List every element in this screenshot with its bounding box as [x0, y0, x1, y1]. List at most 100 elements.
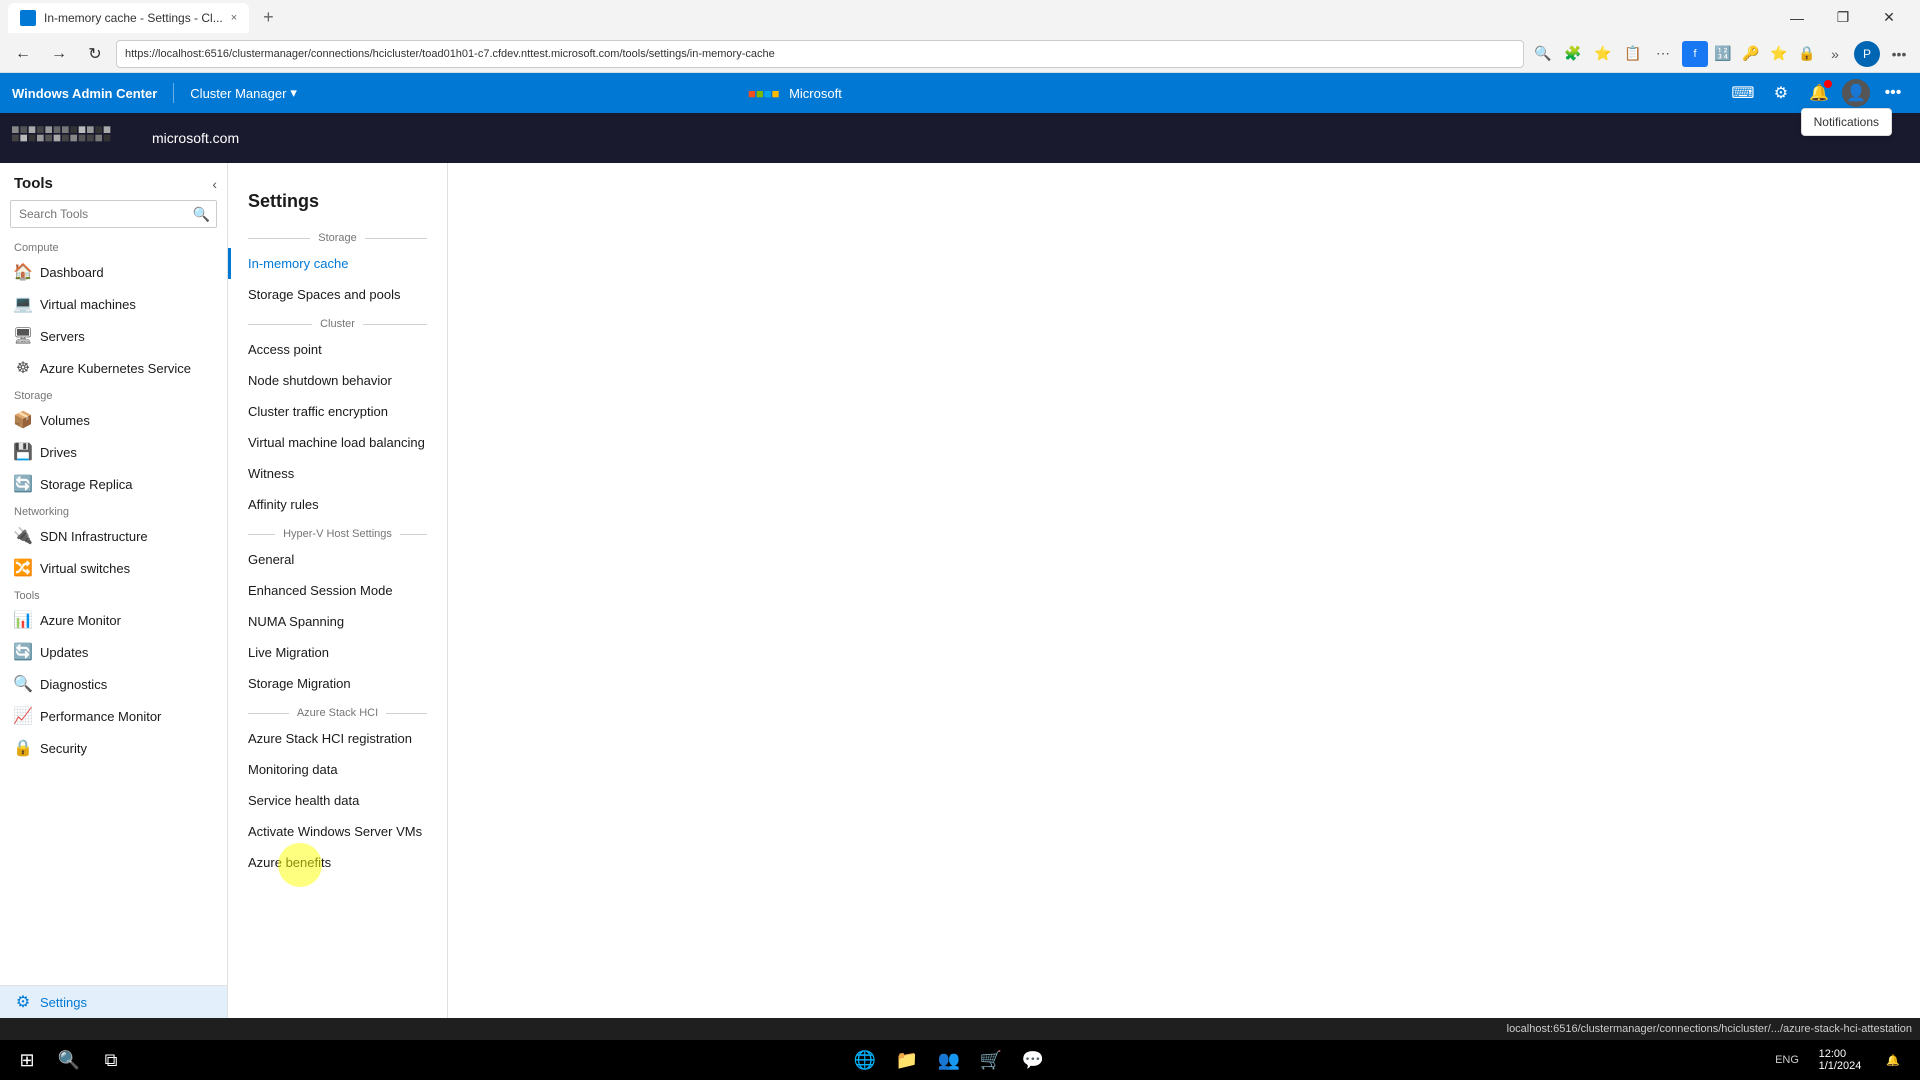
browser-tab[interactable]: In-memory cache - Settings - Cl... × [8, 3, 249, 33]
sidebar-item-azure-monitor[interactable]: 📊 Azure Monitor [0, 604, 227, 636]
notifications-popup: Notifications [1801, 108, 1892, 136]
taskbar-explorer-button[interactable]: 📁 [888, 1041, 926, 1079]
settings-nav-numa-spanning[interactable]: NUMA Spanning [228, 606, 447, 637]
servers-icon: 🖥 [14, 327, 32, 345]
sidebar-item-volumes[interactable]: 📦 Volumes [0, 404, 227, 436]
settings-nav-witness[interactable]: Witness [228, 458, 447, 489]
settings-sidebar-icon: ⚙ [14, 993, 32, 1011]
start-button[interactable]: ⊞ [8, 1041, 46, 1079]
sidebar-item-aks[interactable]: ☸ Azure Kubernetes Service [0, 352, 227, 384]
settings-nav-general[interactable]: General [228, 544, 447, 575]
address-url-text: https://localhost:6516/clustermanager/co… [125, 48, 775, 60]
extension-5-icon[interactable]: 🔒 [1794, 41, 1820, 67]
overflow-icon[interactable]: » [1822, 41, 1848, 67]
sidebar-item-virtual-machines[interactable]: 💻 Virtual machines [0, 288, 227, 320]
wac-cluster-name[interactable]: Cluster Manager ▾ [190, 85, 297, 101]
settings-nav-storage-migration[interactable]: Storage Migration [228, 668, 447, 699]
microsoft-logo: ■■■■ Microsoft [748, 86, 842, 101]
settings-nav-service-health[interactable]: Service health data [228, 785, 447, 816]
sidebar-item-updates[interactable]: 🔄 Updates [0, 636, 227, 668]
sidebar-collapse-button[interactable]: ‹ [212, 176, 217, 192]
settings-nav-vm-load-balancing[interactable]: Virtual machine load balancing [228, 427, 447, 458]
sidebar-item-security[interactable]: 🔒 Security [0, 732, 227, 764]
extensions-icon[interactable]: 🧩 [1560, 41, 1586, 67]
sidebar-item-settings[interactable]: ⚙ Settings [0, 985, 227, 1018]
collections-icon[interactable]: 📋 [1620, 41, 1646, 67]
profile-avatar[interactable]: P [1854, 41, 1880, 67]
settings-nav-azure-benefits[interactable]: Azure benefits [228, 847, 447, 878]
settings-nav-access-point[interactable]: Access point [228, 334, 447, 365]
task-view-button[interactable]: ⧉ [92, 1041, 130, 1079]
sidebar-item-virtual-switches[interactable]: 🔀 Virtual switches [0, 552, 227, 584]
settings-nav-live-migration[interactable]: Live Migration [228, 637, 447, 668]
notification-bell-button[interactable]: 🔔 [1804, 78, 1834, 108]
sidebar-item-drives[interactable]: 💾 Drives [0, 436, 227, 468]
notifications-popup-text: Notifications [1814, 115, 1879, 129]
settings-nav-node-shutdown[interactable]: Node shutdown behavior [228, 365, 447, 396]
refresh-button[interactable]: ↻ [80, 39, 110, 69]
forward-button[interactable]: → [44, 39, 74, 69]
main-content-area [448, 163, 1920, 1018]
settings-nav-activate-windows[interactable]: Activate Windows Server VMs [228, 816, 447, 847]
new-tab-button[interactable]: + [257, 7, 280, 28]
extension-3-icon[interactable]: 🔑 [1738, 41, 1764, 67]
sidebar-section-tools: Tools [0, 584, 227, 604]
settings-title: Settings [228, 171, 447, 224]
azure-monitor-icon: 📊 [14, 611, 32, 629]
tab-title: In-memory cache - Settings - Cl... [44, 11, 223, 25]
sidebar-item-volumes-label: Volumes [40, 413, 90, 428]
search-tools-input[interactable] [11, 207, 187, 221]
settings-section-storage: Storage [228, 224, 447, 248]
sidebar-section-storage: Storage [0, 384, 227, 404]
address-bar-row: ← → ↻ https://localhost:6516/clustermana… [0, 35, 1920, 73]
browser-menu-icon[interactable]: ••• [1886, 41, 1912, 67]
sidebar-item-diagnostics[interactable]: 🔍 Diagnostics [0, 668, 227, 700]
wac-app-name: Windows Admin Center [12, 86, 157, 101]
settings-nav-enhanced-session[interactable]: Enhanced Session Mode [228, 575, 447, 606]
maximize-button[interactable]: ❐ [1820, 0, 1866, 35]
profile-icon-button[interactable]: 👤 [1842, 79, 1870, 107]
aks-icon: ☸ [14, 359, 32, 377]
taskbar-chat-button[interactable]: 💬 [1014, 1041, 1052, 1079]
settings-nav-affinity-rules[interactable]: Affinity rules [228, 489, 447, 520]
taskbar-system-tray[interactable]: ENG [1768, 1041, 1806, 1079]
sidebar-item-dashboard[interactable]: 🏠 Dashboard [0, 256, 227, 288]
settings-nav-in-memory-cache[interactable]: In-memory cache [228, 248, 447, 279]
settings-nav-cluster-traffic[interactable]: Cluster traffic encryption [228, 396, 447, 427]
virtual-switches-icon: 🔀 [14, 559, 32, 577]
more-options-button[interactable]: ••• [1878, 78, 1908, 108]
address-input[interactable]: https://localhost:6516/clustermanager/co… [116, 40, 1524, 68]
volumes-icon: 📦 [14, 411, 32, 429]
tab-close-button[interactable]: × [231, 12, 237, 24]
taskbar-teams-button[interactable]: 👥 [930, 1041, 968, 1079]
settings-nav-storage-spaces[interactable]: Storage Spaces and pools [228, 279, 447, 310]
extension-2-icon[interactable]: 🔢 [1710, 41, 1736, 67]
settings-icon-button[interactable]: ⚙ [1766, 78, 1796, 108]
sidebar-search-box[interactable]: 🔍 [10, 200, 217, 228]
extension-1-icon[interactable]: f [1682, 41, 1708, 67]
taskbar-notification-area[interactable]: 🔔 [1874, 1041, 1912, 1079]
terminal-icon-button[interactable]: ⌨ [1728, 78, 1758, 108]
settings-nav-azure-registration[interactable]: Azure Stack HCI registration [228, 723, 447, 754]
search-in-page-icon[interactable]: 🔍 [1530, 41, 1556, 67]
chevron-down-icon: ▾ [290, 85, 297, 101]
sidebar-item-drives-label: Drives [40, 445, 77, 460]
extension-4-icon[interactable]: ⭐ [1766, 41, 1792, 67]
close-button[interactable]: ✕ [1866, 0, 1912, 35]
drives-icon: 💾 [14, 443, 32, 461]
dashboard-icon: 🏠 [14, 263, 32, 281]
favorites-icon[interactable]: ⭐ [1590, 41, 1616, 67]
notification-badge [1824, 80, 1832, 88]
taskbar-edge-button[interactable]: 🌐 [846, 1041, 884, 1079]
settings-nav-monitoring-data[interactable]: Monitoring data [228, 754, 447, 785]
sidebar-item-storage-replica[interactable]: 🔄 Storage Replica [0, 468, 227, 500]
more-tools-icon[interactable]: ⋯ [1650, 41, 1676, 67]
sidebar-item-sdn[interactable]: 🔌 SDN Infrastructure [0, 520, 227, 552]
back-button[interactable]: ← [8, 39, 38, 69]
search-tools-button[interactable]: 🔍 [187, 206, 216, 223]
minimize-button[interactable]: — [1774, 0, 1820, 35]
taskbar-search-button[interactable]: 🔍 [50, 1041, 88, 1079]
sidebar-item-performance-monitor[interactable]: 📈 Performance Monitor [0, 700, 227, 732]
taskbar-store-button[interactable]: 🛒 [972, 1041, 1010, 1079]
sidebar-item-servers[interactable]: 🖥 Servers [0, 320, 227, 352]
